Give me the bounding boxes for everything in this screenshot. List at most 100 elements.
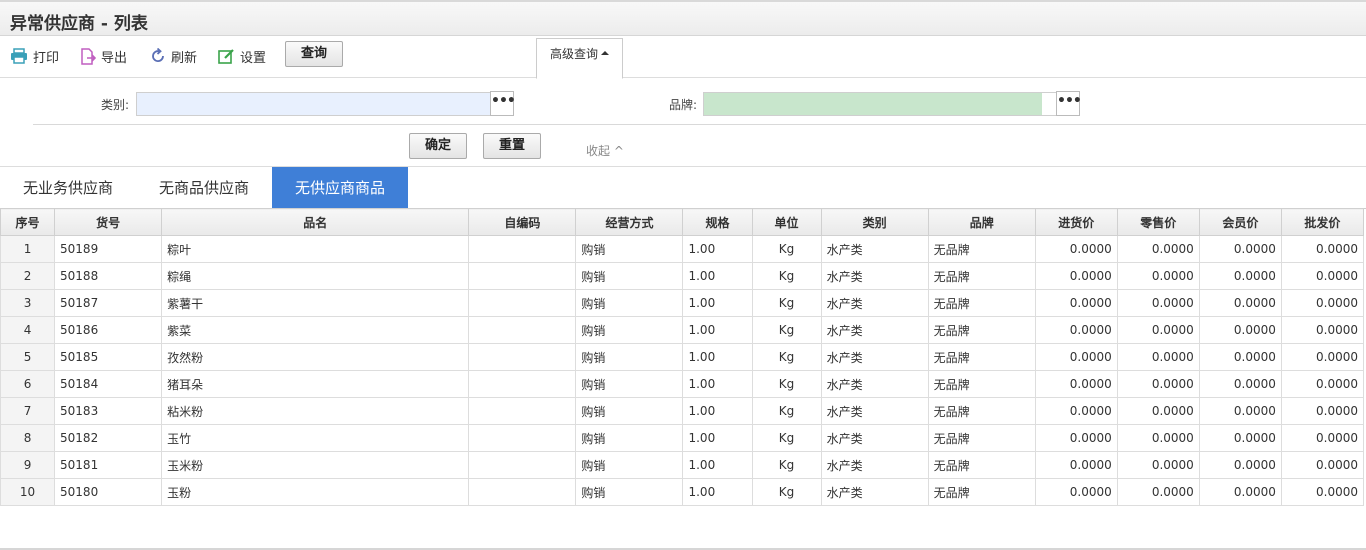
settings-button[interactable]: 设置 [218, 46, 266, 66]
table-row[interactable]: 9 50181 玉米粉 购销 1.00 Kg 水产类 无品牌 0.0000 0.0000 0.000… [0, 451, 1365, 479]
cell-business-mode: 购销 [575, 370, 684, 398]
table-row[interactable]: 3 50187 紫薯干 购销 1.00 Kg 水产类 无品牌 0.0000 0.0000 0.000… [0, 289, 1365, 317]
column-header[interactable]: 批发价 [1280, 208, 1365, 236]
cell-brand: 无品牌 [927, 424, 1036, 452]
cell-unit: Kg [751, 289, 822, 317]
export-icon [81, 47, 96, 65]
table-row[interactable]: 5 50185 孜然粉 购销 1.00 Kg 水产类 无品牌 0.0000 0.0000 0.000… [0, 343, 1365, 371]
cell-retail-price: 0.0000 [1116, 289, 1200, 317]
table-row[interactable]: 2 50188 粽绳 购销 1.00 Kg 水产类 无品牌 0.0000 0.0000 0.0000… [0, 262, 1365, 290]
cell-business-mode: 购销 [575, 343, 684, 371]
cell-custom-code [468, 343, 577, 371]
cell-unit: Kg [751, 397, 822, 425]
confirm-button[interactable]: 确定 [409, 133, 467, 159]
cell-wholesale-price: 0.0000 [1280, 451, 1365, 479]
cell-spec: 1.00 [682, 262, 753, 290]
tab-no-product-suppliers[interactable]: 无商品供应商 [136, 167, 272, 209]
advanced-query-toggle[interactable]: 高级查询 [536, 38, 623, 79]
column-header[interactable]: 经营方式 [575, 208, 684, 236]
category-input[interactable] [137, 93, 490, 115]
cell-category: 水产类 [820, 424, 929, 452]
print-label: 打印 [33, 50, 60, 66]
title-bar: 异常供应商 - 列表 [0, 0, 1366, 36]
column-header[interactable]: 类别 [820, 208, 929, 236]
column-header[interactable]: 自编码 [468, 208, 577, 236]
table-row[interactable]: 1 50189 粽叶 购销 1.00 Kg 水产类 无品牌 0.0000 0.0000 0.0000… [0, 235, 1365, 263]
collapse-link[interactable]: 收起 ^ [586, 142, 624, 159]
cell-wholesale-price: 0.0000 [1280, 343, 1365, 371]
table-row[interactable]: 4 50186 紫菜 购销 1.00 Kg 水产类 无品牌 0.0000 0.0000 0.0000… [0, 316, 1365, 344]
column-header[interactable]: 会员价 [1198, 208, 1282, 236]
cell-custom-code [468, 370, 577, 398]
table-row[interactable]: 6 50184 猪耳朵 购销 1.00 Kg 水产类 无品牌 0.0000 0.0000 0.000… [0, 370, 1365, 398]
cell-retail-price: 0.0000 [1116, 451, 1200, 479]
cell-brand: 无品牌 [927, 478, 1036, 506]
cell-product-name: 孜然粉 [161, 343, 470, 371]
printer-icon [11, 48, 27, 64]
cell-wholesale-price: 0.0000 [1280, 235, 1365, 263]
category-picker-button[interactable]: ••• [490, 91, 516, 116]
category-field[interactable] [136, 92, 491, 116]
column-header[interactable]: 进货价 [1034, 208, 1118, 236]
cell-item-code: 50187 [54, 289, 163, 317]
cell-category: 水产类 [820, 289, 929, 317]
cell-unit: Kg [751, 370, 822, 398]
query-button[interactable]: 查询 [285, 41, 343, 67]
print-button[interactable]: 打印 [10, 46, 59, 66]
cell-member-price: 0.0000 [1198, 370, 1282, 398]
cell-unit: Kg [751, 424, 822, 452]
cell-brand: 无品牌 [927, 316, 1036, 344]
cell-spec: 1.00 [682, 289, 753, 317]
cell-custom-code [468, 262, 577, 290]
cell-product-name: 粽叶 [161, 235, 470, 263]
export-button[interactable]: 导出 [80, 46, 127, 66]
tab-no-business-suppliers[interactable]: 无业务供应商 [0, 167, 136, 209]
table-row[interactable]: 8 50182 玉竹 购销 1.00 Kg 水产类 无品牌 0.0000 0.0000 0.0000… [0, 424, 1365, 452]
cell-custom-code [468, 451, 577, 479]
cell-purchase-price: 0.0000 [1034, 451, 1118, 479]
cell-brand: 无品牌 [927, 370, 1036, 398]
cell-category: 水产类 [820, 235, 929, 263]
cell-row-index: 2 [0, 262, 56, 290]
cell-unit: Kg [751, 451, 822, 479]
cell-wholesale-price: 0.0000 [1280, 478, 1365, 506]
table-header-row: 序号 货号 品名 自编码 经营方式 规格 单位 类别 品牌 进货价 零售价 会员… [0, 208, 1365, 236]
column-header[interactable]: 序号 [0, 208, 56, 236]
column-header[interactable]: 规格 [682, 208, 753, 236]
cell-item-code: 50188 [54, 262, 163, 290]
cell-unit: Kg [751, 343, 822, 371]
reset-button[interactable]: 重置 [483, 133, 541, 159]
tab-products-without-supplier[interactable]: 无供应商商品 [272, 167, 408, 209]
cell-member-price: 0.0000 [1198, 451, 1282, 479]
column-header[interactable]: 单位 [751, 208, 822, 236]
settings-label: 设置 [240, 50, 267, 66]
cell-business-mode: 购销 [575, 289, 684, 317]
column-header[interactable]: 货号 [54, 208, 163, 236]
advanced-query-label: 高级查询 [549, 47, 598, 61]
cell-purchase-price: 0.0000 [1034, 478, 1118, 506]
cell-purchase-price: 0.0000 [1034, 370, 1118, 398]
cell-retail-price: 0.0000 [1116, 478, 1200, 506]
column-header[interactable]: 零售价 [1116, 208, 1200, 236]
category-label: 类别: [101, 98, 130, 112]
cell-unit: Kg [751, 316, 822, 344]
cell-spec: 1.00 [682, 451, 753, 479]
refresh-button[interactable]: 刷新 [150, 46, 197, 66]
table-row[interactable]: 7 50183 粘米粉 购销 1.00 Kg 水产类 无品牌 0.0000 0.0000 0.000… [0, 397, 1365, 425]
cell-wholesale-price: 0.0000 [1280, 289, 1365, 317]
table-row[interactable]: 10 50180 玉粉 购销 1.00 Kg 水产类 无品牌 0.0000 0.0000 0.000… [0, 478, 1365, 506]
brand-label: 品牌: [669, 98, 698, 112]
cell-retail-price: 0.0000 [1116, 316, 1200, 344]
column-header[interactable]: 品牌 [927, 208, 1036, 236]
cell-product-name: 粽绳 [161, 262, 470, 290]
brand-picker-button[interactable]: ••• [1056, 91, 1082, 116]
cell-brand: 无品牌 [927, 451, 1036, 479]
cell-wholesale-price: 0.0000 [1280, 316, 1365, 344]
column-header[interactable]: 品名 [161, 208, 470, 236]
brand-input[interactable] [704, 93, 1056, 115]
cell-purchase-price: 0.0000 [1034, 343, 1118, 371]
brand-field[interactable] [703, 92, 1057, 116]
cell-spec: 1.00 [682, 235, 753, 263]
cell-row-index: 6 [0, 370, 56, 398]
cell-category: 水产类 [820, 262, 929, 290]
